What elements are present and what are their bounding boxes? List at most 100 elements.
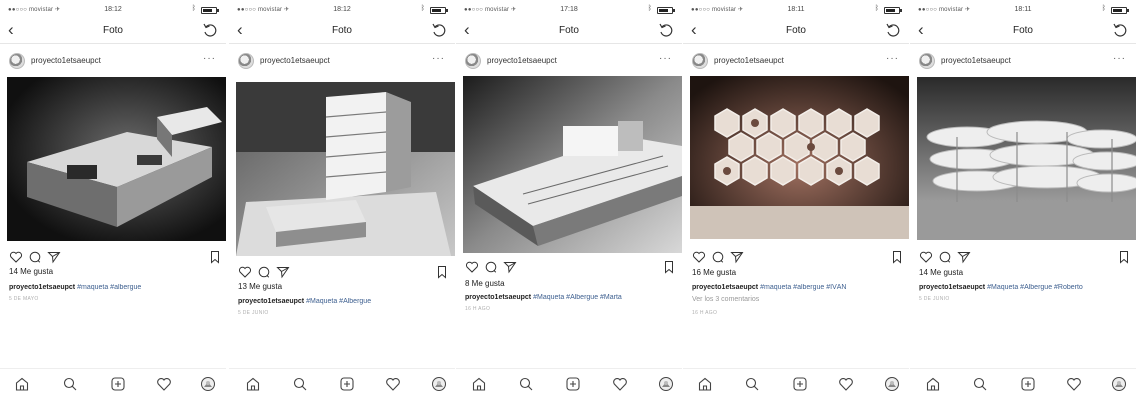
add-post-icon[interactable] xyxy=(792,376,808,392)
post-photo[interactable] xyxy=(690,76,909,239)
likes-count[interactable]: 8 Me gusta xyxy=(465,279,505,288)
caption-username[interactable]: proyecto1etsaeupct xyxy=(692,284,758,291)
clock-time: 18:12 xyxy=(333,6,351,13)
view-comments-link[interactable]: Ver los 3 comentarios xyxy=(692,296,759,303)
more-options-icon[interactable]: ··· xyxy=(886,53,899,64)
refresh-icon[interactable] xyxy=(1112,22,1128,38)
comment-icon[interactable] xyxy=(28,250,42,264)
home-icon[interactable] xyxy=(245,376,261,392)
caption-hashtags[interactable]: #Maqueta #Albergue #Marta xyxy=(533,294,622,301)
clock-time: 18:12 xyxy=(104,6,122,13)
search-icon[interactable] xyxy=(292,376,308,392)
profile-avatar-icon[interactable] xyxy=(884,376,900,392)
more-options-icon[interactable]: ··· xyxy=(1113,53,1126,64)
comment-icon[interactable] xyxy=(484,260,498,274)
post-photo[interactable] xyxy=(7,77,226,241)
activity-heart-icon[interactable] xyxy=(385,376,401,392)
send-icon[interactable] xyxy=(957,250,971,264)
caption-username[interactable]: proyecto1etsaeupct xyxy=(919,284,985,291)
likes-count[interactable]: 16 Me gusta xyxy=(692,268,736,277)
post-actions xyxy=(229,265,455,283)
add-post-icon[interactable] xyxy=(1020,376,1036,392)
more-options-icon[interactable]: ··· xyxy=(203,53,216,64)
post-date: 5 DE JUNIO xyxy=(919,296,950,302)
post-photo[interactable] xyxy=(917,77,1136,240)
add-post-icon[interactable] xyxy=(339,376,355,392)
send-icon[interactable] xyxy=(503,260,517,274)
profile-avatar-icon[interactable] xyxy=(431,376,447,392)
bookmark-icon[interactable] xyxy=(208,250,222,264)
refresh-icon[interactable] xyxy=(658,22,674,38)
profile-avatar-icon[interactable] xyxy=(1111,376,1127,392)
activity-heart-icon[interactable] xyxy=(156,376,172,392)
bookmark-icon[interactable] xyxy=(1117,250,1131,264)
caption-hashtags[interactable]: #maqueta #albergue xyxy=(77,284,141,291)
home-icon[interactable] xyxy=(925,376,941,392)
home-icon[interactable] xyxy=(471,376,487,392)
caption-hashtags[interactable]: #Maqueta #Albergue xyxy=(306,298,371,305)
status-bar: ●●○○○ movistar ✈ 18:12 ᛒ xyxy=(229,4,455,16)
caption-hashtags[interactable]: #maqueta #albergue #IVÁN xyxy=(760,284,846,291)
send-icon[interactable] xyxy=(276,265,290,279)
profile-avatar-icon[interactable] xyxy=(200,376,216,392)
post-photo[interactable] xyxy=(463,76,682,253)
refresh-icon[interactable] xyxy=(431,22,447,38)
search-icon[interactable] xyxy=(744,376,760,392)
add-post-icon[interactable] xyxy=(110,376,126,392)
activity-heart-icon[interactable] xyxy=(1066,376,1082,392)
avatar[interactable] xyxy=(238,53,254,69)
heart-icon[interactable] xyxy=(919,250,933,264)
bluetooth-icon: ᛒ xyxy=(1101,5,1106,12)
caption-username[interactable]: proyecto1etsaeupct xyxy=(9,284,75,291)
profile-avatar-icon[interactable] xyxy=(658,376,674,392)
status-bar: ●●○○○ movistar ✈ 18:12 ᛒ xyxy=(0,4,226,16)
heart-icon[interactable] xyxy=(465,260,479,274)
likes-count[interactable]: 14 Me gusta xyxy=(919,268,963,277)
refresh-icon[interactable] xyxy=(885,22,901,38)
battery-icon xyxy=(430,7,448,14)
clock-time: 17:18 xyxy=(560,6,578,13)
caption-username[interactable]: proyecto1etsaeupct xyxy=(465,294,531,301)
avatar[interactable] xyxy=(692,53,708,69)
send-icon[interactable] xyxy=(47,250,61,264)
avatar[interactable] xyxy=(919,53,935,69)
more-options-icon[interactable]: ··· xyxy=(659,53,672,64)
refresh-icon[interactable] xyxy=(202,22,218,38)
caption-username[interactable]: proyecto1etsaeupct xyxy=(238,298,304,305)
navigation-bar: ‹ Foto xyxy=(910,19,1136,44)
home-icon[interactable] xyxy=(697,376,713,392)
caption-hashtags[interactable]: #Maqueta #Albergue #Roberto xyxy=(987,284,1083,291)
heart-icon[interactable] xyxy=(692,250,706,264)
search-icon[interactable] xyxy=(62,376,78,392)
post-caption: proyecto1etsaeupct #Maqueta #Albergue xyxy=(238,298,453,305)
heart-icon[interactable] xyxy=(238,265,252,279)
comment-icon[interactable] xyxy=(711,250,725,264)
more-options-icon[interactable]: ··· xyxy=(432,53,445,64)
heart-icon[interactable] xyxy=(9,250,23,264)
add-post-icon[interactable] xyxy=(565,376,581,392)
bookmark-icon[interactable] xyxy=(890,250,904,264)
activity-heart-icon[interactable] xyxy=(838,376,854,392)
post-photo[interactable] xyxy=(236,82,455,256)
bookmark-icon[interactable] xyxy=(435,265,449,279)
send-icon[interactable] xyxy=(730,250,744,264)
activity-heart-icon[interactable] xyxy=(612,376,628,392)
post-username[interactable]: proyecto1etsaeupct xyxy=(487,56,557,65)
comment-icon[interactable] xyxy=(257,265,271,279)
post-username[interactable]: proyecto1etsaeupct xyxy=(31,56,101,65)
bluetooth-icon: ᛒ xyxy=(420,5,425,12)
post-username[interactable]: proyecto1etsaeupct xyxy=(714,56,784,65)
instagram-photo-screen: ●●○○○ movistar ✈ 17:18 ᛒ ‹ Foto proyecto… xyxy=(456,0,682,396)
likes-count[interactable]: 13 Me gusta xyxy=(238,282,282,291)
search-icon[interactable] xyxy=(972,376,988,392)
likes-count[interactable]: 14 Me gusta xyxy=(9,267,53,276)
bookmark-icon[interactable] xyxy=(662,260,676,274)
home-icon[interactable] xyxy=(14,376,30,392)
avatar[interactable] xyxy=(9,53,25,69)
post-username[interactable]: proyecto1etsaeupct xyxy=(941,56,1011,65)
search-icon[interactable] xyxy=(518,376,534,392)
comment-icon[interactable] xyxy=(938,250,952,264)
post-date: 5 DE MAYO xyxy=(9,296,39,302)
avatar[interactable] xyxy=(465,53,481,69)
post-username[interactable]: proyecto1etsaeupct xyxy=(260,56,330,65)
